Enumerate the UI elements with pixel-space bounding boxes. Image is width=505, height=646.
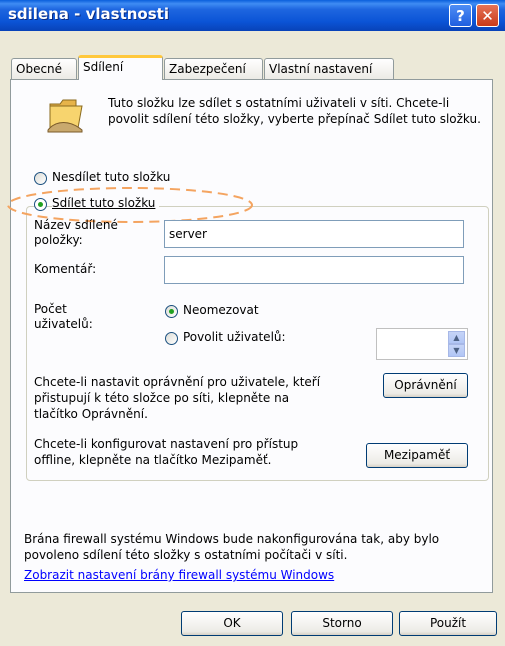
tab-security[interactable]: Zabezpečení xyxy=(164,58,263,79)
help-icon[interactable]: ? xyxy=(449,4,472,27)
allow-users-radio[interactable] xyxy=(165,332,178,345)
no-share-label[interactable]: Nesdílet tuto složku xyxy=(52,170,170,184)
share-name-input[interactable]: server xyxy=(164,220,464,248)
comment-label: Komentář: xyxy=(34,262,97,276)
permissions-button[interactable]: Oprávnění xyxy=(383,373,468,398)
unlimited-users-radio[interactable] xyxy=(165,305,178,318)
firewall-text: Brána firewall systému Windows bude nako… xyxy=(24,532,440,562)
properties-dialog: sdilena - vlastnosti ? ✕ Obecné Sdílení … xyxy=(0,0,505,646)
shared-folder-icon xyxy=(47,99,83,133)
window-title: sdilena - vlastnosti xyxy=(8,5,169,23)
cancel-button[interactable]: Storno xyxy=(291,611,393,636)
firewall-settings-link[interactable]: Zobrazit nastavení brány firewall systém… xyxy=(24,568,334,582)
tab-sharing[interactable]: Sdílení xyxy=(78,55,163,80)
title-bar[interactable]: sdilena - vlastnosti ? ✕ xyxy=(0,0,505,31)
user-limit-label: Počet uživatelů: xyxy=(34,302,93,331)
ok-button[interactable]: OK xyxy=(181,611,283,636)
intro-text: Tuto složku lze sdílet s ostatními uživa… xyxy=(108,96,481,126)
tab-customize[interactable]: Vlastní nastavení xyxy=(264,58,394,79)
permissions-text: Chcete-li nastavit oprávnění pro uživate… xyxy=(34,375,321,421)
share-name-label: Název sdílené položky: xyxy=(34,218,118,247)
caching-button[interactable]: Mezipaměť xyxy=(366,443,468,468)
comment-input[interactable] xyxy=(164,256,464,284)
spin-up-icon[interactable]: ▲ xyxy=(448,331,465,344)
apply-button[interactable]: Použít xyxy=(399,611,497,636)
tab-general[interactable]: Obecné xyxy=(11,58,77,79)
unlimited-users-label[interactable]: Neomezovat xyxy=(183,303,259,317)
caching-text: Chcete-li konfigurovat nastavení pro pří… xyxy=(34,437,299,467)
allow-users-label[interactable]: Povolit uživatelů: xyxy=(183,330,286,344)
spin-down-icon[interactable]: ▼ xyxy=(448,344,465,357)
close-icon[interactable]: ✕ xyxy=(476,4,499,27)
